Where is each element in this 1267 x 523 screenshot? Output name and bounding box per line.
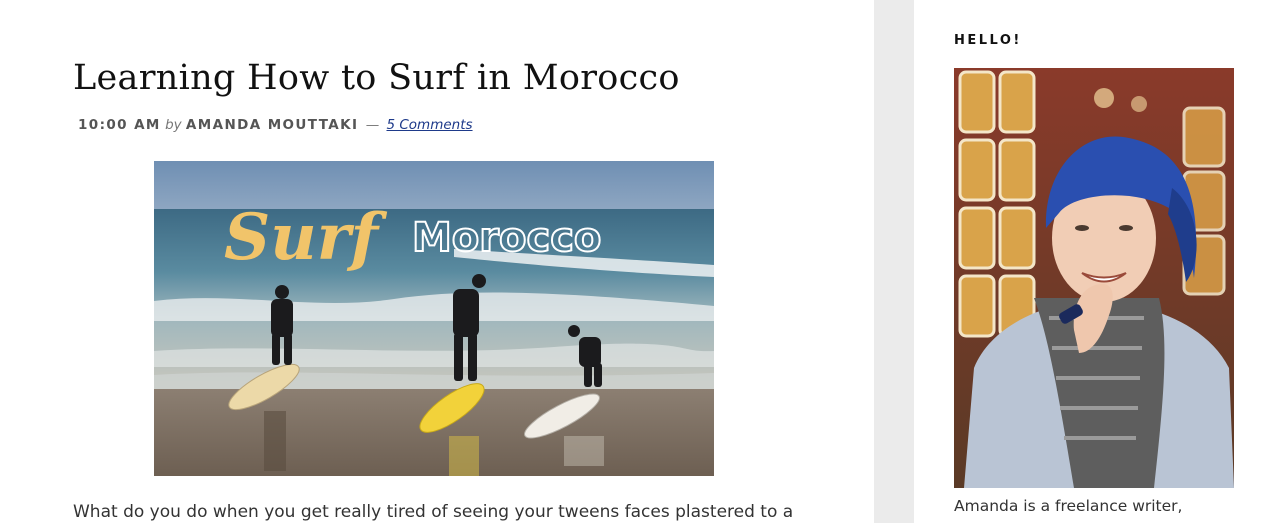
post-title[interactable]: Learning How to Surf in Morocco	[73, 58, 680, 98]
surf-beach-illustration: Surf Morocco	[154, 161, 714, 476]
meta-separator: —	[365, 117, 380, 133]
widget-title: HELLO!	[954, 33, 1022, 48]
post-time: 10:00 AM	[78, 117, 161, 133]
main-content: Learning How to Surf in Morocco 10:00 AM…	[0, 0, 874, 523]
featured-image[interactable]: Surf Morocco	[154, 161, 714, 476]
overlay-surf-text: Surf	[224, 200, 387, 275]
overlay-morocco-text: Morocco	[412, 215, 601, 261]
author-photo	[954, 68, 1234, 488]
author-bio: Amanda is a freelance writer,	[954, 497, 1183, 515]
comments-link[interactable]: 5 Comments	[386, 117, 472, 133]
post-excerpt: What do you do when you get really tired…	[73, 502, 794, 522]
post-author[interactable]: AMANDA MOUTTAKI	[186, 117, 358, 133]
post-meta: 10:00 AM by AMANDA MOUTTAKI — 5 Comments	[78, 117, 473, 133]
post-byline-by: by	[165, 117, 182, 133]
column-divider	[874, 0, 914, 523]
author-portrait-illustration	[954, 68, 1234, 488]
